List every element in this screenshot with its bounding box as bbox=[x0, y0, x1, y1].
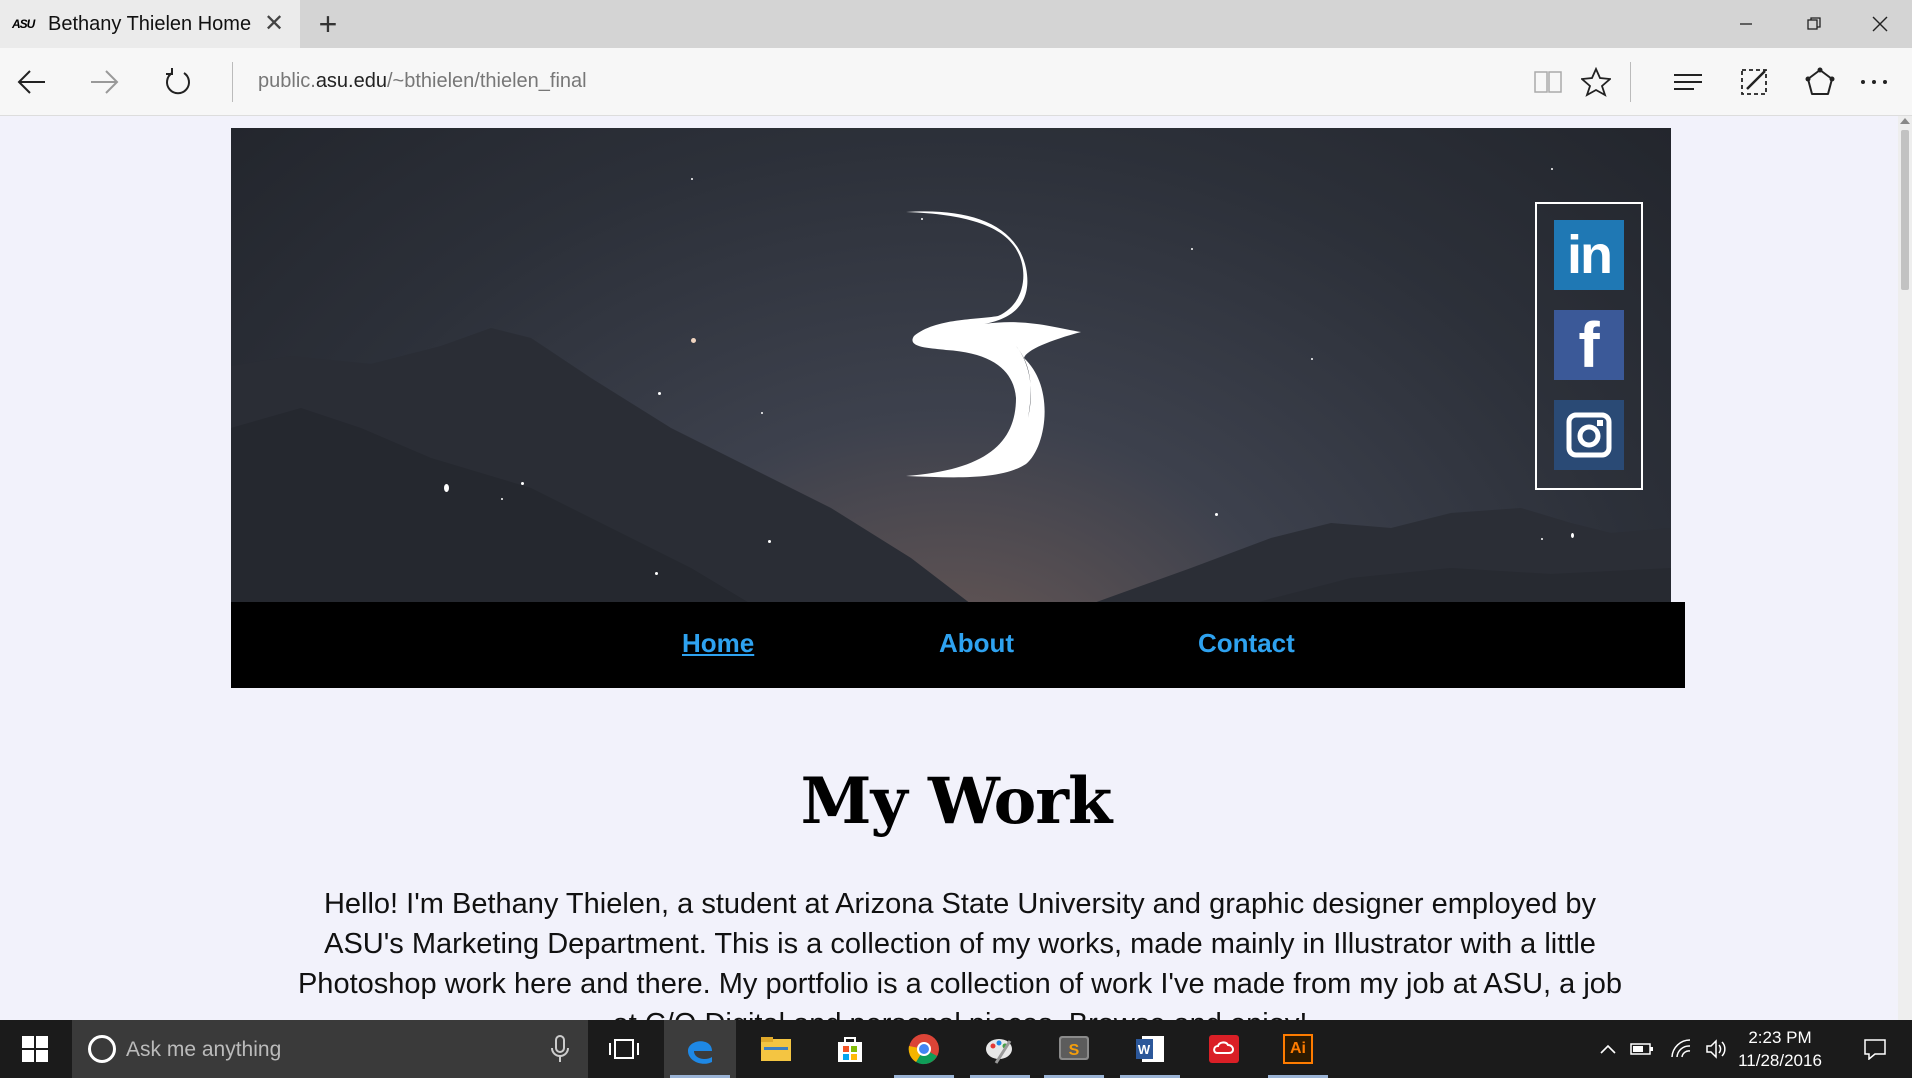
site-navigation: Home About Contact bbox=[231, 602, 1685, 688]
linkedin-label: in bbox=[1567, 225, 1613, 285]
instagram-camera-icon bbox=[1566, 412, 1612, 458]
star bbox=[691, 178, 693, 180]
address-bar: public.asu.edu/~bthielen/thielen_final bbox=[0, 48, 1912, 116]
close-tab-icon[interactable]: ✕ bbox=[260, 10, 288, 38]
web-note-icon[interactable] bbox=[1732, 60, 1776, 104]
linkedin-icon[interactable]: in bbox=[1554, 220, 1624, 290]
star bbox=[658, 392, 661, 395]
clock-time: 2:23 PM bbox=[1748, 1028, 1812, 1047]
nav-about-link[interactable]: About bbox=[939, 628, 1014, 659]
restore-icon[interactable] bbox=[1780, 0, 1848, 48]
microphone-icon[interactable] bbox=[550, 1034, 570, 1064]
search-placeholder: Ask me anything bbox=[126, 1038, 282, 1061]
facebook-icon[interactable]: f bbox=[1554, 309, 1624, 381]
show-hidden-icons-icon[interactable] bbox=[1594, 1020, 1622, 1078]
sublime-text-icon[interactable]: S bbox=[1038, 1020, 1110, 1078]
social-links-panel: in f bbox=[1535, 202, 1643, 490]
cortana-icon bbox=[88, 1035, 116, 1063]
star bbox=[768, 540, 771, 543]
windows-start-icon[interactable] bbox=[0, 1020, 70, 1078]
star bbox=[444, 484, 449, 492]
system-clock[interactable]: 2:23 PM 11/28/2016 bbox=[1720, 1026, 1840, 1072]
new-tab-icon[interactable]: + bbox=[310, 6, 346, 42]
cortana-search-box[interactable]: Ask me anything bbox=[72, 1020, 588, 1078]
favorite-star-icon[interactable] bbox=[1574, 60, 1618, 104]
refresh-icon[interactable] bbox=[156, 60, 200, 104]
clock-date: 11/28/2016 bbox=[1738, 1051, 1822, 1070]
star bbox=[521, 482, 524, 485]
svg-text:S: S bbox=[1069, 1042, 1080, 1059]
store-icon[interactable] bbox=[814, 1020, 886, 1078]
facebook-label: f bbox=[1578, 309, 1600, 381]
star bbox=[1541, 538, 1543, 540]
task-view-icon[interactable] bbox=[588, 1020, 660, 1078]
svg-text:W: W bbox=[1138, 1042, 1151, 1057]
header-banner: in f bbox=[231, 128, 1671, 604]
illustrator-icon[interactable]: Ai bbox=[1262, 1020, 1334, 1078]
page-viewport: in f Home About Contact My Work Hello! I… bbox=[0, 116, 1912, 1020]
star bbox=[1311, 358, 1313, 360]
scroll-up-icon[interactable] bbox=[1900, 118, 1910, 124]
intro-paragraph: Hello! I'm Bethany Thielen, a student at… bbox=[297, 888, 1623, 1020]
b-logo-icon bbox=[906, 211, 1081, 478]
instagram-icon[interactable] bbox=[1554, 400, 1624, 470]
hub-icon[interactable] bbox=[1666, 60, 1710, 104]
file-explorer-icon[interactable] bbox=[740, 1020, 812, 1078]
browser-tab[interactable]: ASU Bethany Thielen Home ✕ bbox=[0, 0, 300, 48]
star bbox=[1215, 513, 1218, 516]
star bbox=[691, 338, 696, 343]
action-center-icon[interactable] bbox=[1852, 1020, 1898, 1078]
battery-icon[interactable] bbox=[1624, 1020, 1660, 1078]
url-divider bbox=[232, 62, 233, 102]
more-icon[interactable] bbox=[1852, 60, 1896, 104]
asu-favicon-icon: ASU bbox=[12, 17, 35, 31]
creative-cloud-icon[interactable] bbox=[1188, 1020, 1260, 1078]
share-icon[interactable] bbox=[1798, 60, 1842, 104]
star bbox=[761, 412, 763, 414]
star bbox=[1571, 533, 1574, 538]
tab-strip: ASU Bethany Thielen Home ✕ + bbox=[0, 0, 1912, 48]
url-field[interactable]: public.asu.edu/~bthielen/thielen_final bbox=[258, 70, 587, 93]
nav-home-link[interactable]: Home bbox=[682, 628, 754, 659]
minimize-icon[interactable] bbox=[1712, 0, 1780, 48]
url-prefix: public. bbox=[258, 70, 316, 92]
forward-icon[interactable] bbox=[82, 60, 126, 104]
url-domain: asu.edu bbox=[315, 70, 387, 92]
wifi-icon[interactable] bbox=[1664, 1020, 1698, 1078]
chrome-icon[interactable] bbox=[888, 1020, 960, 1078]
page-title: My Work bbox=[800, 764, 1113, 839]
tab-title: Bethany Thielen Home bbox=[48, 12, 252, 35]
illustrator-label: Ai bbox=[1283, 1034, 1313, 1064]
reading-view-icon[interactable] bbox=[1526, 60, 1570, 104]
toolbar-divider bbox=[1630, 62, 1631, 102]
star bbox=[655, 572, 658, 575]
star bbox=[1551, 168, 1553, 170]
star bbox=[1191, 248, 1193, 250]
paint-icon[interactable] bbox=[964, 1020, 1036, 1078]
back-icon[interactable] bbox=[10, 60, 54, 104]
word-icon[interactable]: W bbox=[1114, 1020, 1186, 1078]
url-path: /~bthielen/thielen_final bbox=[386, 70, 587, 92]
nav-contact-link[interactable]: Contact bbox=[1198, 628, 1295, 659]
close-window-icon[interactable] bbox=[1846, 0, 1912, 48]
page-scrollbar[interactable] bbox=[1898, 116, 1912, 1020]
edge-browser-icon[interactable] bbox=[664, 1020, 736, 1078]
star bbox=[501, 498, 503, 500]
windows-taskbar: Ask me anything S W Ai 2:23 PM 11/28/201… bbox=[0, 1020, 1912, 1078]
scroll-thumb[interactable] bbox=[1901, 130, 1909, 290]
